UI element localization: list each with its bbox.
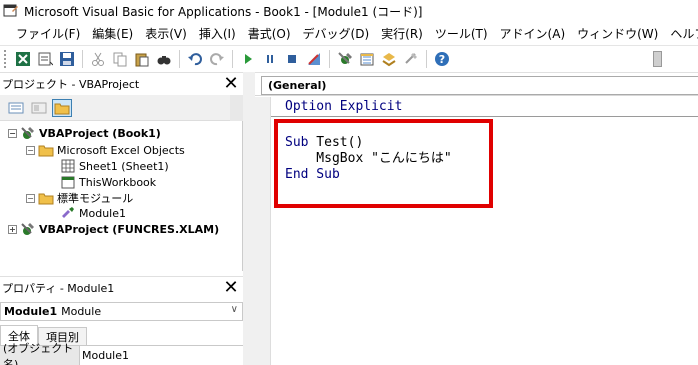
project-explorer-icon[interactable] — [336, 50, 354, 68]
object-browser-icon[interactable] — [380, 50, 398, 68]
cut-icon[interactable] — [89, 50, 107, 68]
collapse-icon[interactable]: − — [8, 128, 17, 138]
tree-item-module1[interactable]: Module1 — [60, 205, 126, 221]
excel-view-icon[interactable] — [14, 50, 32, 68]
design-mode-icon[interactable] — [305, 50, 323, 68]
menu-addins[interactable]: アドイン(A) — [494, 25, 572, 42]
vba-editor-window: Microsoft Visual Basic for Applications … — [0, 0, 698, 365]
help-icon[interactable]: ? — [433, 50, 451, 68]
paste-icon[interactable] — [133, 50, 151, 68]
toolbar-separator — [179, 49, 180, 68]
menu-file[interactable]: ファイル(F) — [10, 25, 86, 42]
toolbar-separator — [82, 49, 83, 68]
tree-label: Microsoft Excel Objects — [57, 143, 185, 157]
tree-item-standard-modules[interactable]: − 標準モジュール — [26, 190, 133, 206]
menu-debug[interactable]: デバッグ(D) — [297, 25, 376, 42]
menu-insert[interactable]: 挿入(I) — [193, 25, 242, 42]
code-line-option-explicit: Option Explicit — [285, 99, 403, 114]
tree-label: Module1 — [79, 206, 126, 220]
toolbar-grip[interactable] — [4, 49, 8, 68]
project-pane-title: プロジェクト - VBAProject — [2, 77, 140, 91]
menu-edit[interactable]: 編集(E) — [86, 25, 139, 42]
toolbar-overflow-grip[interactable] — [653, 51, 662, 67]
toolbar-separator — [232, 49, 233, 68]
title-bar: Microsoft Visual Basic for Applications … — [0, 0, 698, 22]
declarations-separator — [271, 116, 698, 117]
insert-module-icon[interactable] — [36, 50, 54, 68]
folder-icon — [38, 193, 54, 205]
window-title: Microsoft Visual Basic for Applications … — [24, 4, 423, 19]
worksheet-icon — [61, 159, 75, 173]
property-name: (オブジェクト名) — [0, 342, 80, 365]
standard-toolbar: ? — [0, 45, 698, 71]
vbaproject-icon — [21, 127, 34, 139]
tree-item-vbaproject-funcres[interactable]: + VBAProject (FUNCRES.XLAM) — [8, 221, 219, 237]
project-close-icon[interactable]: ✕ — [221, 74, 241, 94]
object-dropdown[interactable]: (General) — [261, 76, 698, 95]
menu-bar: ファイル(F) 編集(E) 表示(V) 挿入(I) 書式(O) デバッグ(D) … — [0, 22, 698, 44]
module-icon — [62, 207, 74, 218]
svg-text:?: ? — [439, 53, 445, 66]
toggle-folders-icon[interactable] — [52, 98, 72, 117]
break-icon[interactable] — [261, 50, 279, 68]
project-pane-scrollbar[interactable] — [230, 95, 243, 121]
undo-icon[interactable] — [186, 50, 204, 68]
menu-tools[interactable]: ツール(T) — [429, 25, 494, 42]
properties-icon[interactable] — [358, 50, 376, 68]
tree-label: Sheet1 (Sheet1) — [79, 159, 169, 173]
redo-icon[interactable] — [208, 50, 226, 68]
menu-help[interactable]: ヘルプ(H) — [664, 25, 698, 42]
tree-item-excel-objects[interactable]: − Microsoft Excel Objects — [26, 142, 185, 158]
tree-item-thisworkbook[interactable]: ThisWorkbook — [60, 174, 156, 190]
save-icon[interactable] — [58, 50, 76, 68]
menu-view[interactable]: 表示(V) — [139, 25, 193, 42]
vba-app-icon — [3, 4, 18, 17]
folder-icon — [38, 145, 54, 157]
properties-pane-title: プロパティ - Module1 — [2, 281, 115, 295]
copy-icon[interactable] — [111, 50, 129, 68]
toolbar-separator — [426, 49, 427, 68]
collapse-icon[interactable]: − — [26, 193, 35, 203]
object-select-type: Module — [61, 305, 102, 318]
highlight-box — [274, 119, 493, 208]
vbaproject-icon — [21, 223, 34, 235]
code-margin-indicator-bar[interactable] — [255, 97, 271, 365]
tree-label: VBAProject (Book1) — [39, 126, 161, 140]
expand-icon[interactable]: + — [8, 224, 17, 234]
properties-grid-row[interactable]: (オブジェクト名) Module1 — [0, 342, 243, 365]
tree-item-sheet1[interactable]: Sheet1 (Sheet1) — [60, 158, 169, 174]
project-pane-header: プロジェクト - VBAProject ✕ — [0, 72, 243, 94]
menu-run[interactable]: 実行(R) — [375, 25, 429, 42]
view-object-icon[interactable] — [29, 99, 49, 117]
properties-object-select[interactable]: Module1 Module ∨ — [0, 302, 243, 321]
workbook-icon — [61, 176, 75, 189]
reset-icon[interactable] — [283, 50, 301, 68]
toolbox-icon[interactable] — [402, 50, 420, 68]
run-icon[interactable] — [239, 50, 257, 68]
collapse-icon[interactable]: − — [26, 145, 35, 155]
code-pane-header: (General) — [255, 72, 698, 96]
pane-splitter[interactable] — [243, 72, 255, 365]
properties-close-icon[interactable]: ✕ — [221, 278, 241, 298]
chevron-down-icon[interactable]: ∨ — [231, 304, 238, 315]
menu-format[interactable]: 書式(O) — [242, 25, 297, 42]
view-code-icon[interactable] — [6, 99, 26, 117]
toolbar-separator — [329, 49, 330, 68]
property-value[interactable]: Module1 — [80, 346, 243, 365]
menu-window[interactable]: ウィンドウ(W) — [571, 25, 664, 42]
tree-label: 標準モジュール — [57, 192, 134, 205]
project-tree: − VBAProject (Book1) − Microsoft Excel O… — [0, 121, 243, 271]
project-pane-toolbar — [0, 95, 243, 121]
properties-pane-header: プロパティ - Module1 ✕ — [0, 276, 243, 298]
tree-label: VBAProject (FUNCRES.XLAM) — [39, 222, 220, 236]
object-select-name: Module1 — [4, 305, 58, 318]
find-icon[interactable] — [155, 50, 173, 68]
tree-item-vbaproject-book1[interactable]: − VBAProject (Book1) — [8, 125, 161, 141]
tree-label: ThisWorkbook — [79, 175, 157, 189]
